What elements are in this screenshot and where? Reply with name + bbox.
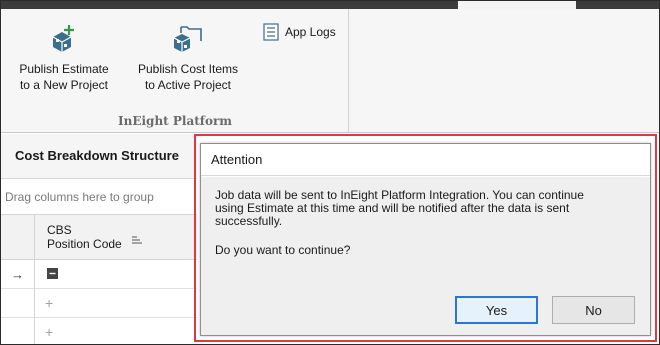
column-header-line1: CBS: [47, 223, 72, 237]
no-button[interactable]: No: [552, 296, 635, 324]
folder-project-icon: [172, 23, 204, 55]
dialog-body: Job data will be sent to InEight Platfor…: [201, 177, 650, 290]
active-ribbon-tab[interactable]: [458, 1, 576, 9]
dialog-message: Job data will be sent to InEight Platfor…: [215, 188, 584, 228]
attention-dialog: Attention Job data will be sent to InEig…: [200, 143, 651, 336]
button-label-line1: Publish Estimate: [19, 62, 109, 76]
ribbon-group-label: InEight Platform: [118, 114, 232, 128]
row-indicator: [1, 318, 35, 344]
current-row-indicator: →: [1, 260, 35, 289]
title-bar: [1, 1, 659, 9]
column-header-cbs-position-code[interactable]: CBS Position Code: [1, 215, 197, 260]
button-label-line2: to Active Project: [144, 78, 232, 92]
list-document-icon: [263, 23, 279, 41]
dialog-footer: Yes No: [201, 290, 650, 335]
table-row[interactable]: +: [1, 289, 197, 318]
app-logs-button[interactable]: App Logs: [263, 22, 336, 42]
column-header-line2: Position Code: [47, 237, 122, 251]
ribbon: Publish Estimate to a New Project Publis…: [1, 9, 659, 133]
project-add-icon: [48, 23, 80, 55]
button-label-line1: Publish Cost Items: [137, 62, 239, 76]
column-header-label: CBS Position Code: [47, 223, 122, 251]
group-by-panel[interactable]: Drag columns here to group: [1, 179, 197, 215]
row-indicator: [1, 289, 35, 318]
publish-cost-items-active-project-button[interactable]: Publish Cost Items to Active Project: [127, 23, 249, 93]
button-label-line2: to a New Project: [19, 78, 109, 92]
yes-button[interactable]: Yes: [455, 296, 538, 324]
expand-icon[interactable]: +: [45, 324, 53, 340]
app-logs-label: App Logs: [285, 25, 336, 39]
panel-title: Cost Breakdown Structure: [1, 134, 197, 179]
expand-icon[interactable]: +: [45, 295, 53, 311]
dialog-question: Do you want to continue?: [215, 243, 351, 257]
app-window: Publish Estimate to a New Project Publis…: [0, 0, 660, 345]
row-indicator-header: [1, 215, 35, 260]
table-row[interactable]: +: [1, 318, 197, 344]
dialog-title: Attention: [201, 144, 650, 176]
column-filter-icon[interactable]: [131, 235, 143, 245]
collapse-icon[interactable]: [47, 268, 58, 279]
publish-estimate-new-project-button[interactable]: Publish Estimate to a New Project: [9, 23, 119, 93]
table-row[interactable]: →: [1, 260, 197, 289]
ribbon-group-ineight-platform: Publish Estimate to a New Project Publis…: [1, 9, 349, 133]
